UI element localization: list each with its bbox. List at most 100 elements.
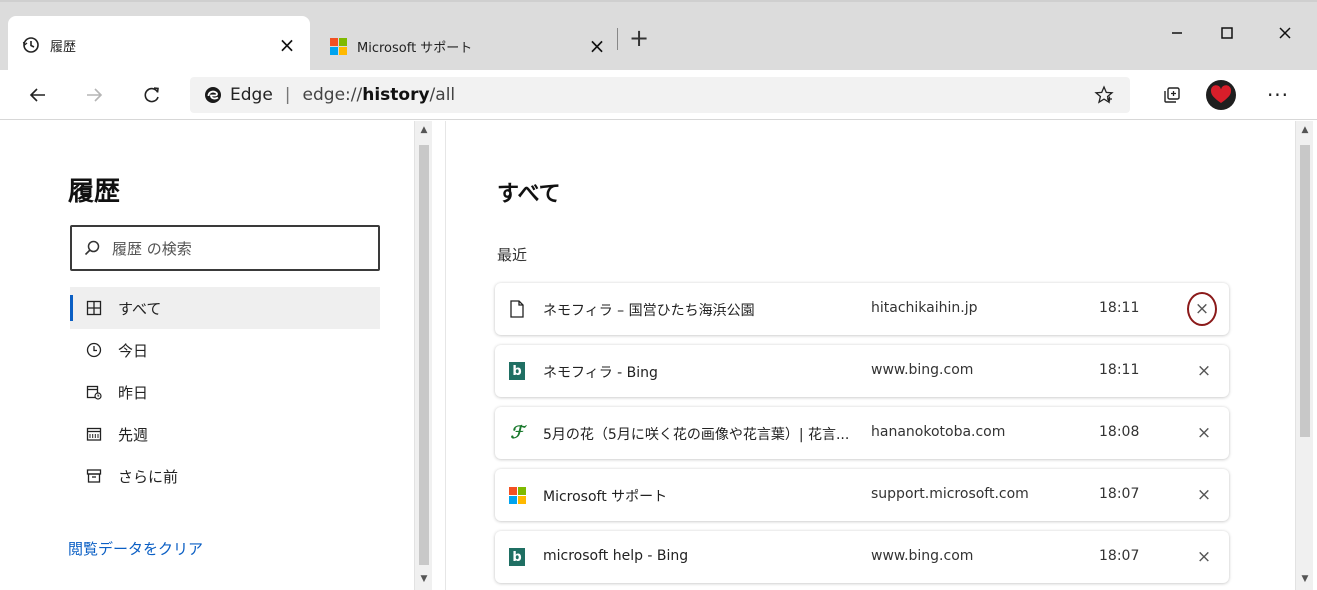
nav-item-label: 昨日: [118, 383, 149, 402]
nav-item-all[interactable]: すべて: [70, 287, 380, 329]
history-item[interactable]: ℱ 5月の花（5月に咲く花の画像や花言葉）| 花言... hananokotob…: [495, 407, 1229, 459]
sidebar-scrollbar[interactable]: ▲ ▼: [414, 121, 432, 590]
history-item-title: Microsoft サポート: [543, 489, 668, 505]
nav-item-last-week[interactable]: 先週: [70, 413, 380, 455]
delete-item-button[interactable]: ×: [1191, 482, 1217, 508]
address-path: /all: [429, 85, 456, 105]
history-item-title: 5月の花（5月に咲く花の画像や花言葉）| 花言...: [543, 427, 850, 443]
tab-strip: 履歴 × Microsoft サポート × +: [0, 0, 1317, 74]
minimize-icon: [1172, 32, 1182, 34]
nav-item-label: 今日: [118, 341, 149, 360]
arrow-right-icon: [87, 88, 103, 102]
history-item-time: 18:07: [1099, 486, 1140, 502]
history-item-domain: hitachikaihin.jp: [871, 300, 978, 316]
maximize-icon: [1221, 27, 1233, 39]
history-item[interactable]: ネモフィラ – 国営ひたち海浜公園 hitachikaihin.jp 18:11…: [495, 283, 1229, 335]
scroll-down-arrow-icon[interactable]: ▼: [1300, 574, 1310, 584]
scroll-up-arrow-icon[interactable]: ▲: [419, 125, 429, 135]
delete-item-button[interactable]: ×: [1187, 292, 1217, 326]
window-close-button[interactable]: [1262, 16, 1308, 50]
history-item-title: microsoft help - Bing: [543, 548, 689, 564]
collections-icon: [1164, 87, 1180, 103]
tab-close-icon[interactable]: ×: [276, 33, 298, 57]
tab-microsoft-support[interactable]: Microsoft サポート ×: [320, 20, 618, 72]
page-title: 履歴: [68, 177, 121, 207]
delete-item-button[interactable]: ×: [1191, 420, 1217, 446]
history-item-title: ネモフィラ - Bing: [543, 365, 658, 381]
delete-item-button[interactable]: ×: [1191, 358, 1217, 384]
address-scheme: edge://: [302, 85, 363, 105]
bing-icon: b: [507, 547, 527, 567]
new-tab-button[interactable]: +: [626, 24, 652, 52]
main-scrollbar[interactable]: ▲ ▼: [1295, 121, 1313, 590]
history-item-domain: www.bing.com: [871, 362, 974, 378]
history-filter-list: すべて 今日 昨日 先週 さらに前: [70, 287, 380, 497]
more-menu-button[interactable]: ···: [1262, 79, 1294, 111]
section-title: すべて: [497, 182, 561, 207]
tab-history[interactable]: 履歴 ×: [8, 16, 310, 74]
clock-icon: [84, 340, 104, 360]
pane-divider: [432, 121, 446, 590]
microsoft-logo-icon: [330, 37, 347, 55]
history-list: ネモフィラ – 国営ひたち海浜公園 hitachikaihin.jp 18:11…: [495, 283, 1229, 590]
hananokotoba-icon: ℱ: [510, 423, 524, 443]
toolbar: Edge | edge://history/all ···: [0, 70, 1317, 120]
address-brand: Edge: [230, 85, 273, 105]
scrollbar-thumb[interactable]: [419, 145, 429, 565]
search-placeholder: 履歴 の検索: [112, 239, 192, 258]
tab-close-icon[interactable]: ×: [586, 34, 608, 58]
browser-window: 履歴 × Microsoft サポート × + Edge | edge:// h…: [0, 0, 1317, 590]
nav-item-label: すべて: [118, 299, 162, 318]
history-search-input[interactable]: 履歴 の検索: [70, 225, 380, 271]
archive-icon: [84, 466, 104, 486]
forward-button[interactable]: [78, 79, 110, 111]
history-item-time: 18:11: [1099, 300, 1140, 316]
grid-icon: [84, 298, 104, 318]
microsoft-logo-icon: [507, 485, 527, 505]
refresh-icon: [144, 87, 159, 103]
history-item-domain: www.bing.com: [871, 548, 974, 564]
history-main: すべて 最近 ネモフィラ – 国営ひたち海浜公園 hitachikaihin.j…: [447, 121, 1295, 590]
back-button[interactable]: [22, 79, 54, 111]
tab-title: 履歴: [50, 39, 77, 55]
address-bar[interactable]: Edge | edge://history/all: [190, 77, 1130, 113]
star-icon: [1094, 85, 1114, 104]
history-item[interactable]: b microsoft help - Bing www.bing.com 18:…: [495, 531, 1229, 583]
profile-avatar[interactable]: [1206, 80, 1236, 110]
nav-item-yesterday[interactable]: 昨日: [70, 371, 380, 413]
history-item[interactable]: b ネモフィラ - Bing www.bing.com 18:11 ×: [495, 345, 1229, 397]
calendar-yesterday-icon: [84, 382, 104, 402]
minimize-button[interactable]: [1154, 16, 1200, 50]
history-item-domain: support.microsoft.com: [871, 486, 1029, 502]
calendar-week-icon: [84, 424, 104, 444]
clear-browsing-data-link[interactable]: 閲覧データをクリア: [68, 538, 203, 559]
arrow-left-icon: [29, 88, 45, 102]
history-sidebar: 履歴 履歴 の検索 すべて 今日 昨日 先週 さらに前 閲覧データをクリア: [0, 121, 414, 590]
address-host: history: [362, 85, 430, 105]
close-icon: [1279, 27, 1291, 39]
favorite-star-button[interactable]: [1088, 79, 1120, 111]
edge-logo-icon: [204, 86, 222, 104]
refresh-button[interactable]: [136, 79, 168, 111]
collections-button[interactable]: [1156, 79, 1188, 111]
search-icon: [84, 240, 100, 256]
scrollbar-thumb[interactable]: [1300, 145, 1310, 437]
delete-item-button[interactable]: ×: [1191, 544, 1217, 570]
history-item-time: 18:08: [1099, 424, 1140, 440]
nav-item-label: さらに前: [118, 467, 179, 486]
page-icon: [507, 299, 527, 319]
nav-item-today[interactable]: 今日: [70, 329, 380, 371]
history-item[interactable]: Microsoft サポート support.microsoft.com 18:…: [495, 469, 1229, 521]
history-item-time: 18:07: [1099, 548, 1140, 564]
scroll-down-arrow-icon[interactable]: ▼: [419, 574, 429, 584]
nav-item-older[interactable]: さらに前: [70, 455, 380, 497]
tab-title: Microsoft サポート: [357, 40, 473, 56]
scroll-up-arrow-icon[interactable]: ▲: [1300, 125, 1310, 135]
maximize-button[interactable]: [1204, 16, 1250, 50]
address-separator: |: [284, 85, 291, 105]
history-item-domain: hananokotoba.com: [871, 424, 1006, 440]
subsection-label: 最近: [497, 246, 528, 264]
heart-icon: [1210, 85, 1232, 103]
tab-separator: [617, 28, 618, 50]
history-item-time: 18:11: [1099, 362, 1140, 378]
